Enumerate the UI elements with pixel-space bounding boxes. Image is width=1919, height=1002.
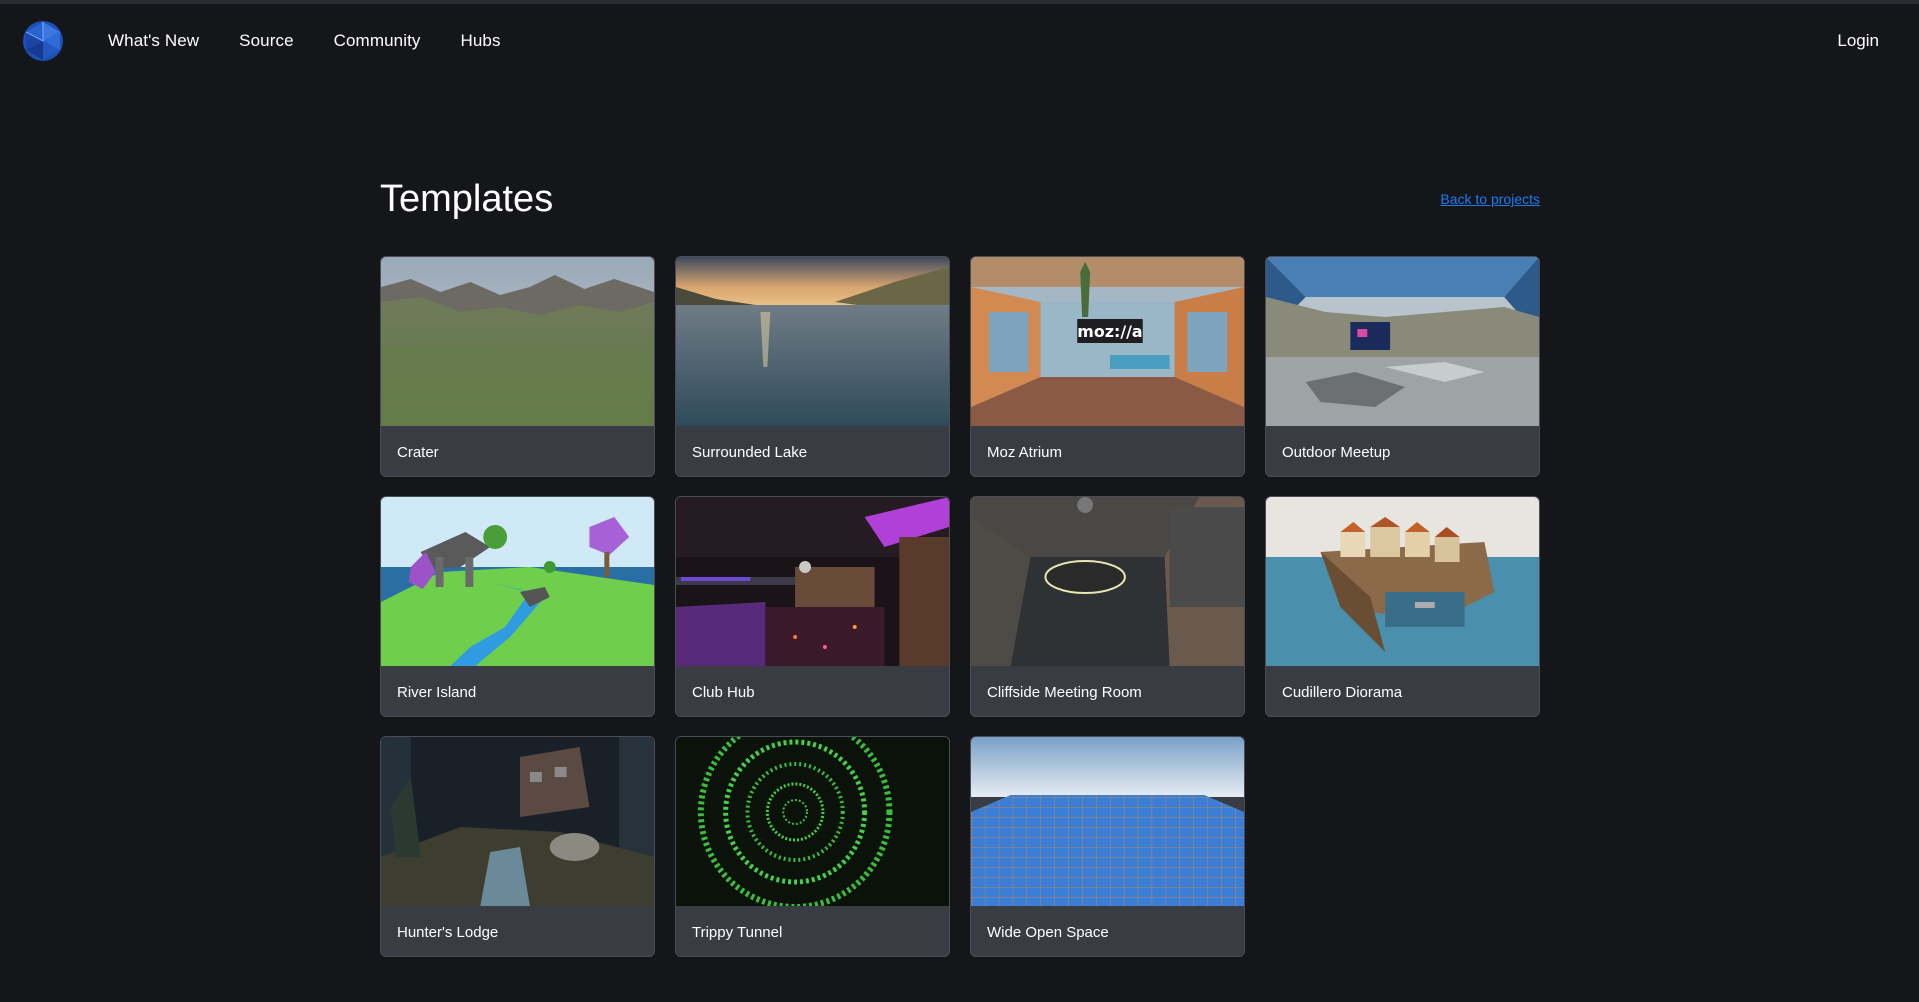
template-card-trippy-tunnel[interactable]: Trippy Tunnel	[675, 736, 950, 957]
club-thumbnail	[676, 497, 949, 666]
template-card-surrounded-lake[interactable]: Surrounded Lake	[675, 256, 950, 477]
top-navbar: What's New Source Community Hubs Login	[0, 4, 1919, 78]
island-thumbnail	[381, 497, 654, 666]
template-name: Crater	[397, 444, 439, 461]
lake-thumbnail	[676, 257, 949, 426]
template-card-cudillero-diorama[interactable]: Cudillero Diorama	[1265, 496, 1540, 717]
page-title: Templates	[380, 177, 554, 220]
nav-link-source[interactable]: Source	[239, 31, 293, 51]
template-name: Club Hub	[692, 684, 755, 701]
cliffside-thumbnail	[971, 497, 1244, 666]
lodge-thumbnail	[381, 737, 654, 906]
template-card-outdoor-meetup[interactable]: Outdoor Meetup	[1265, 256, 1540, 477]
template-card-crater[interactable]: Crater	[380, 256, 655, 477]
template-name: Wide Open Space	[987, 924, 1109, 941]
login-link[interactable]: Login	[1837, 4, 1879, 78]
template-card-moz-atrium[interactable]: moz://a Moz Atrium	[970, 256, 1245, 477]
template-card-club-hub[interactable]: Club Hub	[675, 496, 950, 717]
nav-link-hubs[interactable]: Hubs	[461, 31, 501, 51]
moz-sign-text: moz://a	[1077, 322, 1142, 341]
templates-grid: Crater Surrounded Lake moz://a Moz Atriu…	[380, 256, 1540, 957]
template-card-cliffside-meeting-room[interactable]: Cliffside Meeting Room	[970, 496, 1245, 717]
template-card-hunters-lodge[interactable]: Hunter's Lodge	[380, 736, 655, 957]
back-to-projects-link[interactable]: Back to projects	[1440, 191, 1540, 207]
space-thumbnail	[971, 737, 1244, 906]
crater-thumbnail	[381, 257, 654, 426]
meetup-thumbnail	[1266, 257, 1539, 426]
tunnel-thumbnail	[676, 737, 949, 906]
template-name: Moz Atrium	[987, 444, 1063, 461]
atrium-thumbnail: moz://a	[971, 257, 1244, 426]
nav-link-community[interactable]: Community	[334, 31, 421, 51]
nav-links: What's New Source Community Hubs	[108, 4, 501, 78]
template-card-river-island[interactable]: River Island	[380, 496, 655, 717]
template-name: Hunter's Lodge	[397, 924, 499, 941]
templates-header: Templates Back to projects	[380, 170, 1540, 228]
template-name: River Island	[397, 684, 477, 701]
template-card-wide-open-space[interactable]: Wide Open Space	[970, 736, 1245, 957]
nav-link-whats-new[interactable]: What's New	[108, 31, 199, 51]
template-name: Trippy Tunnel	[692, 924, 783, 941]
template-name: Cudillero Diorama	[1282, 684, 1403, 701]
template-name: Cliffside Meeting Room	[987, 684, 1142, 701]
spoke-logo-icon[interactable]	[22, 20, 64, 62]
templates-section: Templates Back to projects Crater Surrou…	[380, 170, 1540, 957]
template-name: Outdoor Meetup	[1282, 444, 1391, 461]
diorama-thumbnail	[1266, 497, 1539, 666]
template-name: Surrounded Lake	[692, 444, 808, 461]
